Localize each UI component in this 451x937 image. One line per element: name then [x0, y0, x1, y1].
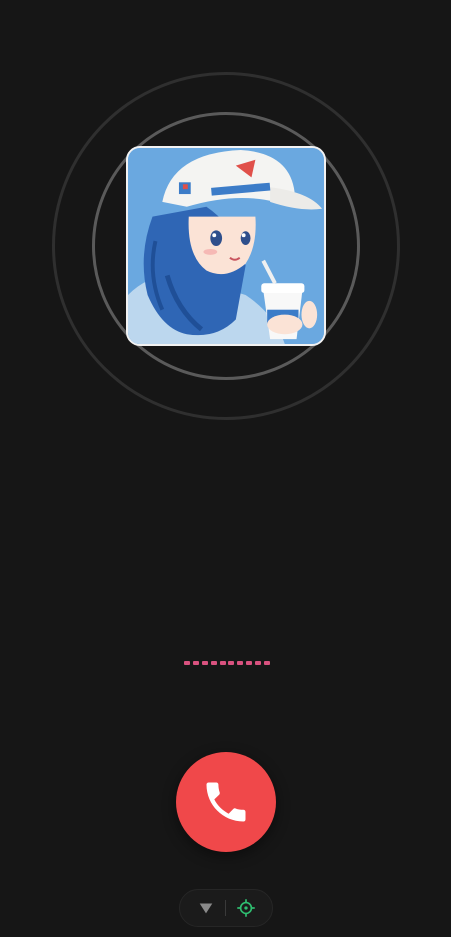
- crosshair-icon: [237, 899, 255, 917]
- avatar-illustration: [128, 148, 324, 344]
- connecting-dot: [263, 660, 270, 665]
- connecting-dot: [219, 660, 226, 665]
- connecting-dot: [237, 660, 244, 665]
- call-screen: [0, 0, 451, 937]
- connecting-dot: [210, 660, 217, 665]
- caller-avatar: [126, 146, 326, 346]
- chevron-down-icon: [199, 903, 213, 914]
- connecting-indicator: [184, 660, 270, 665]
- bottom-toolbar: [179, 889, 273, 927]
- connecting-dot: [255, 660, 261, 665]
- connecting-dot: [201, 660, 208, 665]
- hang-up-button[interactable]: [176, 752, 276, 852]
- connecting-dot: [184, 660, 190, 665]
- locate-button[interactable]: [234, 896, 258, 920]
- collapse-button[interactable]: [194, 896, 218, 920]
- connecting-dot: [228, 660, 235, 665]
- toolbar-divider: [225, 900, 227, 916]
- connecting-dot: [192, 660, 199, 665]
- connecting-dot: [246, 660, 253, 665]
- phone-hangup-icon: [206, 782, 246, 822]
